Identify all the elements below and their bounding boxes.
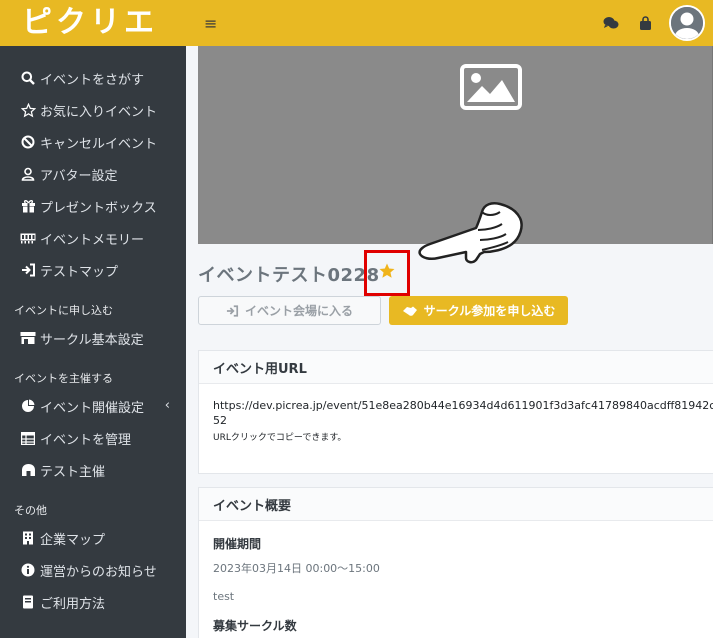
sidebar-item-label: テスト主催: [40, 464, 106, 480]
handshake-icon: [402, 305, 418, 317]
sidebar-item-label: ご利用方法: [40, 596, 106, 612]
pie-chart-icon: [20, 398, 36, 414]
top-right-actions: [601, 0, 705, 46]
sidebar-item-label: サークル基本設定: [40, 332, 144, 348]
chat-icon[interactable]: [601, 13, 621, 33]
copy-hint: URLクリックでコピーできます。: [213, 433, 347, 443]
image-placeholder-icon: [460, 64, 522, 114]
period-value: 2023年03月14日 00:00〜15:00: [213, 562, 380, 575]
bag-icon[interactable]: [635, 13, 655, 33]
sidebar-section-other: その他: [14, 504, 47, 517]
event-title: イベントテスト0228: [198, 265, 380, 286]
sign-in-icon: [226, 304, 239, 317]
period-label: 開催期間: [213, 537, 262, 551]
favorite-star-icon[interactable]: [378, 262, 396, 284]
table-icon: [20, 430, 36, 446]
gift-icon: [20, 198, 36, 214]
brand-area[interactable]: ピクリエ: [0, 0, 198, 46]
sidebar-item-manage-events[interactable]: イベントを管理: [0, 422, 186, 454]
sidebar-section-apply: イベントに申し込む: [14, 304, 113, 317]
sidebar-item-label: イベントをさがす: [40, 72, 145, 88]
info-icon: [20, 562, 36, 578]
circle-join-button[interactable]: サークル参加を申し込む: [389, 296, 568, 325]
ban-icon: [20, 134, 36, 150]
sidebar-item-label: プレゼントボックス: [40, 200, 157, 216]
user-avatar[interactable]: [669, 5, 705, 41]
sidebar-item-test-map[interactable]: テストマップ: [0, 254, 186, 286]
sign-in-icon: [20, 262, 36, 278]
store-icon: [20, 330, 36, 346]
sidebar-item-label: イベント開催設定: [40, 400, 145, 416]
sidebar-item-label: キャンセルイベント: [40, 136, 158, 152]
enter-venue-button[interactable]: イベント会場に入る: [198, 296, 381, 325]
sidebar-item-label: イベントメモリー: [40, 232, 145, 248]
sidebar-item-event-host-settings[interactable]: イベント開催設定 ‹: [0, 390, 186, 422]
sidebar-item-notices[interactable]: 運営からのお知らせ: [0, 554, 186, 586]
sidebar-item-present-box[interactable]: プレゼントボックス: [0, 190, 186, 222]
sidebar-item-label: 企業マップ: [40, 532, 106, 548]
event-summary-card-title: イベント概要: [199, 488, 713, 521]
sidebar-section-host: イベントを主催する: [14, 372, 113, 385]
chevron-left-icon[interactable]: ‹: [165, 398, 170, 413]
event-url-card: イベント用URL https://dev.picrea.jp/event/51e…: [198, 350, 713, 474]
sidebar: イベントをさがす お気に入りイベント キャンセルイベント アバター設定 プレゼン…: [0, 46, 186, 638]
circle-join-label: サークル参加を申し込む: [423, 304, 556, 318]
building-icon: [20, 530, 36, 546]
menu-toggle-icon[interactable]: ≡: [204, 14, 217, 33]
sidebar-item-cancelled[interactable]: キャンセルイベント: [0, 126, 186, 158]
sidebar-item-label: イベントを管理: [40, 432, 132, 448]
sidebar-item-circle-settings[interactable]: サークル基本設定: [0, 322, 186, 354]
sidebar-item-company-map[interactable]: 企業マップ: [0, 522, 186, 554]
event-description: test: [213, 590, 235, 603]
event-url-link-tail[interactable]: 52: [213, 413, 704, 428]
search-icon: [20, 70, 36, 86]
sidebar-item-label: アバター設定: [40, 168, 118, 184]
pointing-hand-icon: [416, 194, 524, 268]
main-content: イベントテスト0228 イベント会場に入る サークル参加を申し込む イベント用U…: [186, 46, 713, 638]
sidebar-item-label: 運営からのお知らせ: [40, 564, 157, 580]
sidebar-item-label: テストマップ: [40, 264, 119, 280]
sidebar-item-avatar-settings[interactable]: アバター設定: [0, 158, 186, 190]
sidebar-item-how-to-use[interactable]: ご利用方法: [0, 586, 186, 618]
memory-icon: [20, 230, 36, 246]
sidebar-item-favorites[interactable]: お気に入りイベント: [0, 94, 186, 126]
sidebar-item-search-events[interactable]: イベントをさがす: [0, 62, 186, 94]
sidebar-item-event-memory[interactable]: イベントメモリー: [0, 222, 186, 254]
favorite-star-highlight[interactable]: [364, 250, 410, 296]
sidebar-item-label: お気に入りイベント: [40, 104, 158, 120]
top-navbar: ピクリエ ≡: [0, 0, 713, 46]
sidebar-item-test-host[interactable]: テスト主催: [0, 454, 186, 486]
event-url-link[interactable]: https://dev.picrea.jp/event/51e8ea280b44…: [213, 398, 713, 413]
circles-count-label: 募集サークル数: [213, 619, 297, 633]
enter-venue-label: イベント会場に入る: [244, 304, 353, 318]
landmark-icon: [20, 462, 36, 478]
book-icon: [20, 594, 36, 610]
star-outline-icon: [20, 102, 36, 118]
event-summary-card: イベント概要 開催期間 2023年03月14日 00:00〜15:00 test…: [198, 487, 713, 638]
user-icon: [20, 166, 36, 182]
event-url-card-title: イベント用URL: [199, 351, 713, 384]
logo[interactable]: ピクリエ: [22, 8, 158, 38]
